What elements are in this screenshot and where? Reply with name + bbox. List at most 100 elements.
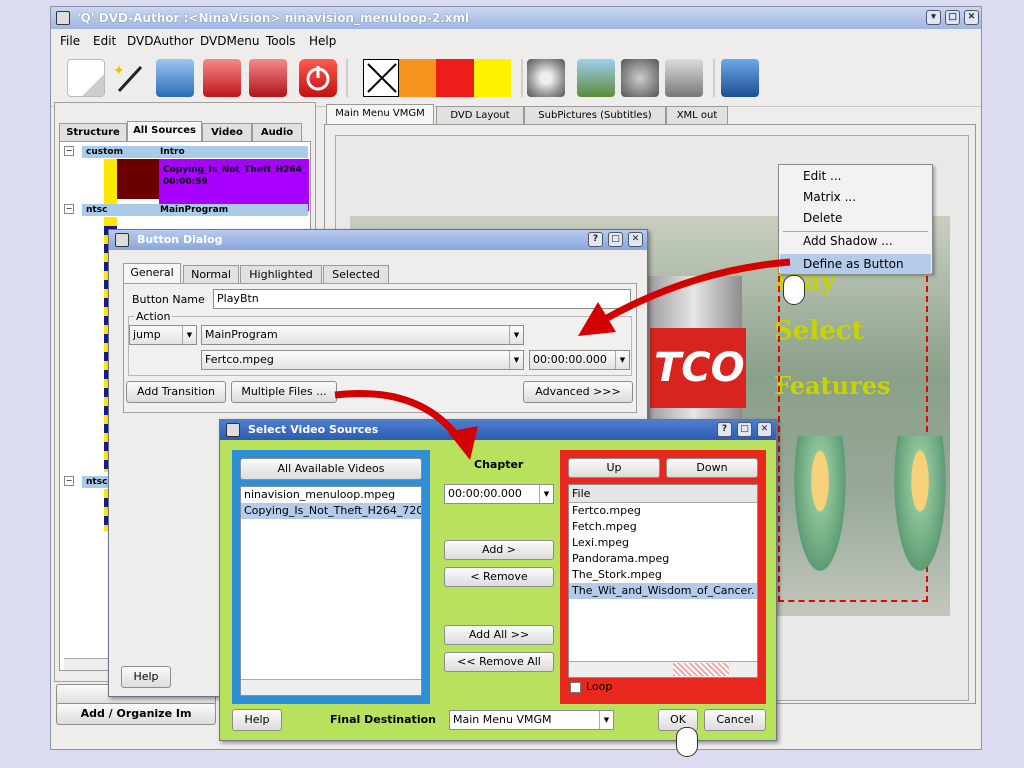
add-button[interactable]: Add > [444,540,554,560]
file-column-header[interactable]: File [569,485,757,503]
sources-box: All Available Videos ninavision_menuloop… [232,450,430,704]
list-item[interactable]: Pandorama.mpeg [569,551,757,567]
import-icon[interactable] [156,59,194,97]
list-item[interactable]: The_Stork.mpeg [569,567,757,583]
power-icon[interactable] [299,59,337,97]
action-label: Action [134,310,173,323]
tab-video[interactable]: Video [202,123,252,141]
final-destination-label: Final Destination [330,713,436,726]
tab-structure[interactable]: Structure [59,123,127,141]
select-dialog-titlebar[interactable]: Select Video Sources ? □ ✕ [220,420,776,440]
close-icon[interactable]: ✕ [757,422,772,437]
tab-audio[interactable]: Audio [252,123,302,141]
orange-color-swatch[interactable] [399,59,436,97]
context-define-as-button[interactable]: Define as Button [803,257,904,271]
tab-general[interactable]: General [123,263,181,283]
file-combo[interactable]: Fertco.mpeg ▼ [201,350,524,370]
all-available-videos-button[interactable]: All Available Videos [240,458,422,480]
collapse-icon[interactable]: − [64,476,74,486]
tab-highlighted[interactable]: Highlighted [240,265,322,283]
multiple-files-button[interactable]: Multiple Files ... [231,381,337,403]
speaker-icon[interactable] [621,59,659,97]
list-item[interactable]: Fertco.mpeg [569,503,757,519]
menu-dvdauthor[interactable]: DVDAuthor [127,34,194,48]
maximize-icon[interactable]: □ [608,232,623,247]
remove-button[interactable]: < Remove [444,567,554,587]
add-all-button[interactable]: Add All >> [444,625,554,645]
collapse-icon[interactable]: − [64,146,74,156]
target-combo[interactable]: MainProgram ▼ [201,325,524,345]
scrollbar-thumb[interactable] [673,663,729,676]
help-button[interactable]: Help [232,709,282,731]
red-color-swatch[interactable] [436,59,474,97]
app-icon[interactable] [56,11,70,25]
tab-selected[interactable]: Selected [323,265,389,283]
menu-help[interactable]: Help [309,34,336,48]
menu-edit[interactable]: Edit [93,34,116,48]
close-icon[interactable]: ✕ [628,232,643,247]
down-button[interactable]: Down [666,458,758,478]
tree-group-ntsc[interactable]: ntsc MainProgram [82,204,308,216]
selected-files-list[interactable]: File Fertco.mpeg Fetch.mpeg Lexi.mpeg Pa… [568,484,758,678]
help-icon[interactable]: ? [717,422,732,437]
menu-tools[interactable]: Tools [266,34,296,48]
chapter-combo[interactable]: 00:00:00.000 ▼ [444,484,554,504]
svg-text:✦: ✦ [113,63,125,79]
tab-xml-out[interactable]: XML out [666,106,728,124]
horizontal-scrollbar[interactable] [241,679,421,695]
burn-icon[interactable] [721,59,759,97]
collapse-icon[interactable]: − [64,204,74,214]
list-item[interactable]: Copying_Is_Not_Theft_H264_720p [241,503,421,519]
available-videos-list[interactable]: ninavision_menuloop.mpeg Copying_Is_Not_… [240,486,422,696]
up-button[interactable]: Up [568,458,660,478]
image-icon[interactable] [577,59,615,97]
main-titlebar[interactable]: 'Q' DVD-Author :<NinaVision> ninavision_… [51,7,981,29]
context-add-shadow[interactable]: Add Shadow ... [803,234,893,248]
list-item[interactable]: Fetch.mpeg [569,519,757,535]
advanced-button[interactable]: Advanced >>> [523,381,633,403]
window-title: 'Q' DVD-Author :<NinaVision> ninavision_… [77,11,470,25]
list-item[interactable]: Lexi.mpeg [569,535,757,551]
dvd-disc-icon[interactable] [527,59,565,97]
add-organize-button[interactable]: Add / Organize Im [56,703,216,725]
maximize-icon[interactable]: □ [945,10,960,25]
menubar: File Edit DVDAuthor DVDMenu Tools Help [51,31,981,51]
close-icon[interactable]: ✕ [964,10,979,25]
minimize-icon[interactable]: ▾ [926,10,941,25]
time-combo[interactable]: 00:00:00.000 ▼ [529,350,630,370]
context-delete[interactable]: Delete [803,211,842,225]
new-file-icon[interactable] [67,59,105,97]
add-audio-icon[interactable] [249,59,287,97]
list-item[interactable]: The_Wit_and_Wisdom_of_Cancer. [569,583,757,599]
maximize-icon[interactable]: □ [737,422,752,437]
add-transition-button[interactable]: Add Transition [126,381,226,403]
chevron-down-icon: ▼ [539,485,553,503]
loop-checkbox[interactable] [570,682,581,693]
tab-dvd-layout[interactable]: DVD Layout [436,106,524,124]
menu-file[interactable]: File [60,34,80,48]
yellow-color-swatch[interactable] [474,59,511,97]
list-item[interactable]: ninavision_menuloop.mpeg [241,487,421,503]
toolbar: ✦ [51,53,981,107]
help-button[interactable]: Help [121,666,171,688]
no-color-swatch[interactable] [363,59,399,97]
context-edit[interactable]: Edit ... [803,169,842,183]
tab-normal[interactable]: Normal [183,265,239,283]
button-name-input[interactable]: PlayBtn [213,289,631,309]
button-dialog-titlebar[interactable]: Button Dialog ? □ ✕ [109,230,647,250]
tab-all-sources[interactable]: All Sources [127,121,202,141]
wizard-icon[interactable]: ✦ [111,59,149,97]
context-matrix[interactable]: Matrix ... [803,190,856,204]
tree-group-custom[interactable]: custom Intro [82,146,308,158]
final-destination-combo[interactable]: Main Menu VMGM ▼ [449,710,614,730]
camera-icon[interactable] [665,59,703,97]
horizontal-scrollbar[interactable] [569,661,757,677]
help-icon[interactable]: ? [588,232,603,247]
cancel-button[interactable]: Cancel [704,709,766,731]
tab-subpictures[interactable]: SubPictures (Subtitles) [524,106,666,124]
action-combo[interactable]: jump ▼ [129,325,197,345]
remove-all-button[interactable]: << Remove All [444,652,554,672]
menu-dvdmenu[interactable]: DVDMenu [200,34,259,48]
add-video-icon[interactable] [203,59,241,97]
tab-main-menu-vmgm[interactable]: Main Menu VMGM [326,104,434,124]
